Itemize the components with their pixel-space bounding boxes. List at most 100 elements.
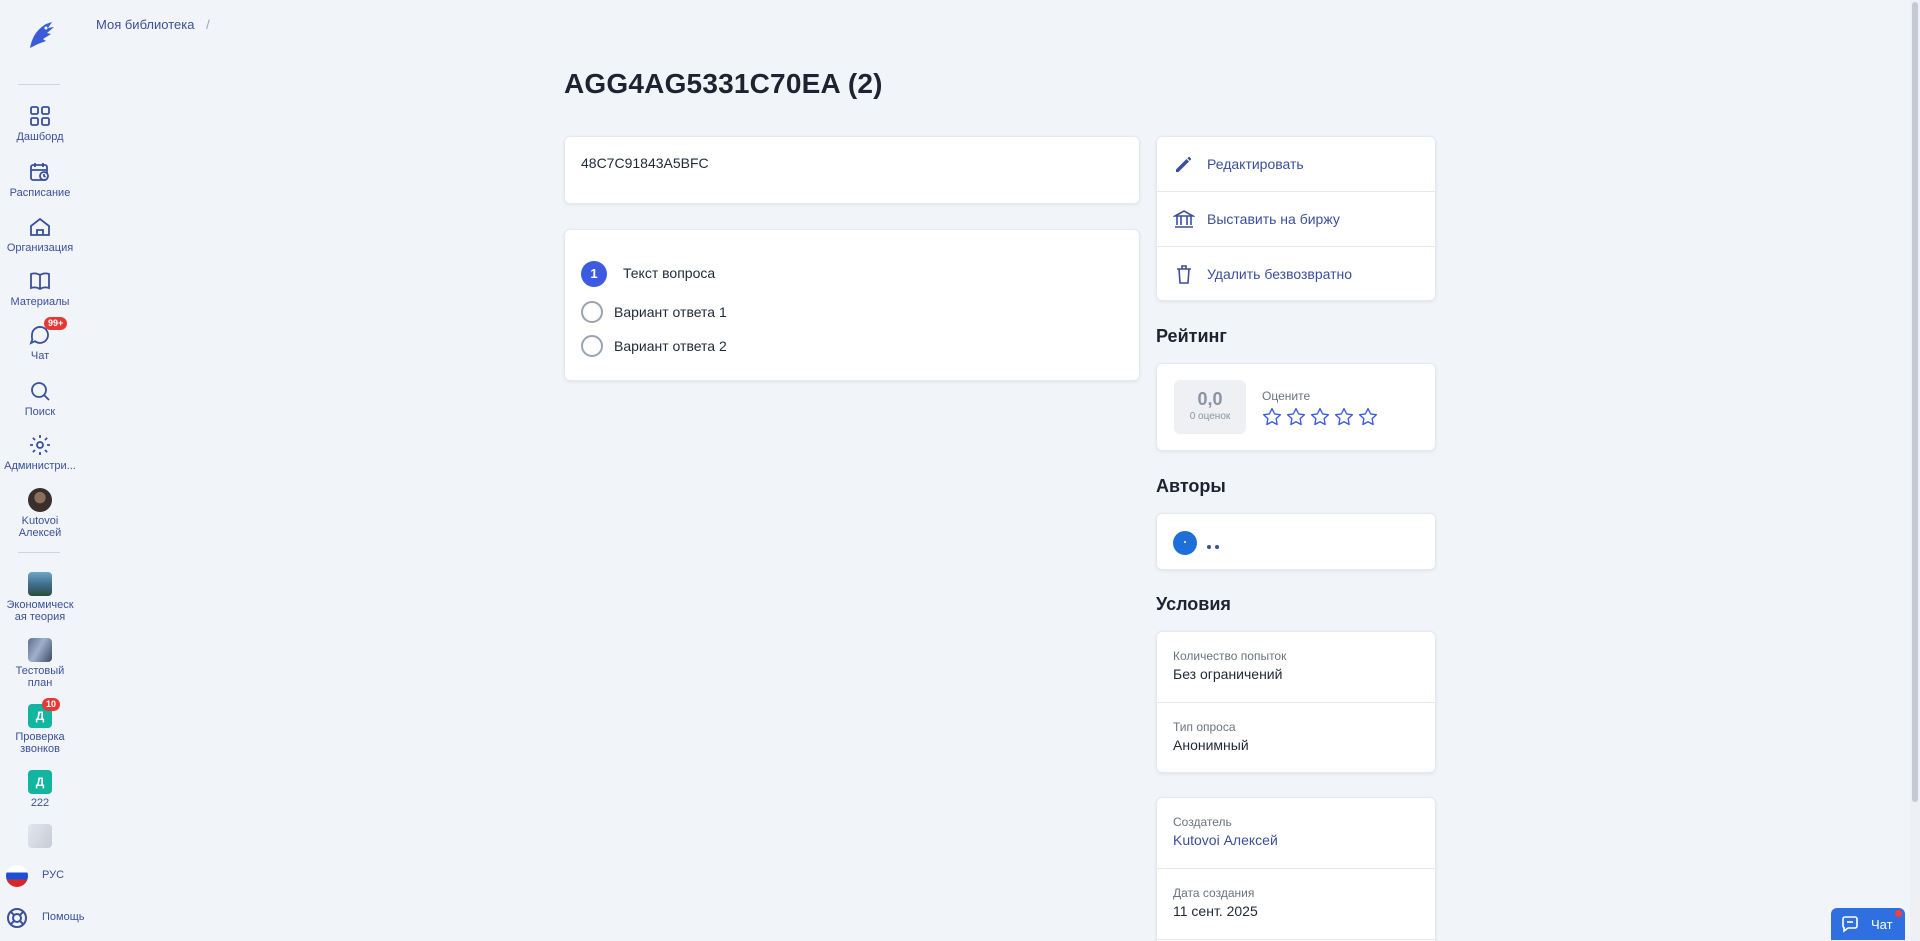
answer-option-label: Вариант ответа 2 <box>614 338 727 354</box>
star-icon[interactable] <box>1285 406 1307 428</box>
breadcrumb-separator: / <box>206 17 210 32</box>
course-letter: Д <box>35 709 45 723</box>
answer-option[interactable]: Вариант ответа 2 <box>581 334 981 358</box>
sidebar-item-chat[interactable]: 99+ Чат <box>0 317 80 362</box>
creator-link[interactable]: Kutovoi Алексей <box>1173 832 1421 848</box>
course-label-line2: план <box>27 677 53 689</box>
creator-field: Создатель Kutovoi Алексей <box>1173 815 1421 848</box>
gear-icon <box>28 433 52 457</box>
home-icon <box>28 215 52 239</box>
help-link[interactable]: Помощь <box>0 897 85 935</box>
conditions-heading: Условия <box>1156 594 1231 614</box>
course-thumbnail <box>28 638 52 662</box>
sidebar-item-label: Организация <box>6 242 74 254</box>
sidebar-course-more[interactable] <box>0 824 80 851</box>
course-label-line1: 222 <box>30 797 50 809</box>
star-rating[interactable] <box>1261 406 1381 430</box>
answer-option-label: Вариант ответа 1 <box>614 304 727 320</box>
survey-type-label: Тип опроса <box>1173 720 1236 734</box>
chat-widget-button[interactable]: Чат <box>1831 908 1905 940</box>
course-label-line1: Проверка <box>15 731 65 743</box>
sidebar-course-test-plan[interactable]: Тестовый план <box>0 638 80 689</box>
delete-label: Удалить безвозвратно <box>1207 266 1353 282</box>
radio-button[interactable] <box>581 301 603 323</box>
sidebar-item-admin[interactable]: Администри... <box>0 433 80 472</box>
divider <box>1157 702 1435 703</box>
delete-button[interactable]: Удалить безвозвратно <box>1157 247 1435 302</box>
chat-widget-label: Чат <box>1871 917 1893 932</box>
sidebar-item-search[interactable]: Поиск <box>0 379 80 418</box>
dashboard-icon <box>28 104 52 128</box>
sidebar-divider <box>18 552 60 553</box>
flag-ru-icon <box>6 865 28 887</box>
attempts-field: Количество попыток Без ограничений <box>1173 649 1421 682</box>
sidebar-item-label: Дашборд <box>16 131 64 143</box>
survey-code: 48C7C91843A5BFC <box>581 155 709 171</box>
score-box: 0,0 0 оценок <box>1174 380 1246 434</box>
breadcrumb-link-library[interactable]: Моя библиотека <box>96 17 194 32</box>
course-label-line2: звонков <box>20 743 60 755</box>
edit-label: Редактировать <box>1207 156 1304 172</box>
language-switcher[interactable]: РУС <box>0 855 80 893</box>
pencil-icon <box>1173 153 1195 175</box>
authors-card <box>1156 513 1436 570</box>
attempts-label: Количество попыток <box>1173 649 1287 663</box>
sidebar-course-calls[interactable]: Д 10 Проверка звонков <box>0 698 80 755</box>
user-name-line2: Алексей <box>18 527 62 539</box>
logo-icon[interactable] <box>22 18 58 54</box>
sidebar-item-label: Материалы <box>10 296 70 308</box>
star-icon[interactable] <box>1309 406 1331 428</box>
exchange-label: Выставить на биржу <box>1207 211 1340 227</box>
scrollbar[interactable] <box>1910 0 1920 941</box>
star-icon[interactable] <box>1357 406 1379 428</box>
trash-icon <box>1173 263 1195 285</box>
rating-count: 0 оценок <box>1189 411 1231 422</box>
sidebar-item-schedule[interactable]: Расписание <box>0 160 80 199</box>
course-label-line2: ая теория <box>14 611 66 623</box>
sidebar-course-222[interactable]: Д 222 <box>0 770 80 809</box>
actions-card: Редактировать Выставить на биржу Удалить… <box>1156 136 1436 301</box>
course-label-line1: Тестовый <box>15 665 65 677</box>
sidebar-course-economics[interactable]: Экономическ ая теория <box>0 572 80 623</box>
rating-score: 0,0 <box>1197 389 1223 409</box>
star-icon[interactable] <box>1261 406 1283 428</box>
created-date-field: Дата создания 11 сент. 2025 <box>1173 886 1421 919</box>
sidebar-item-materials[interactable]: Материалы <box>0 269 80 308</box>
sidebar-item-label: Администри... <box>4 460 76 472</box>
sidebar-divider <box>18 84 60 85</box>
calendar-icon <box>28 160 52 184</box>
sidebar: Дашборд Расписание Организация Материалы… <box>0 0 85 941</box>
answer-option[interactable]: Вариант ответа 1 <box>581 300 981 324</box>
lifebuoy-icon <box>6 907 28 929</box>
chat-badge: 99+ <box>44 317 68 330</box>
course-thumbnail <box>28 572 52 596</box>
course-badge: 10 <box>42 698 61 711</box>
sidebar-item-organization[interactable]: Организация <box>0 215 80 254</box>
star-icon[interactable] <box>1333 406 1355 428</box>
question-card: 1 Текст вопроса Вариант ответа 1 Вариант… <box>564 229 1140 381</box>
scrollbar-thumb[interactable] <box>1912 2 1918 802</box>
avatar <box>28 488 52 512</box>
radio-button[interactable] <box>581 335 603 357</box>
page-title: AGG4AG5331C70EA (2) <box>564 68 883 99</box>
rating-card: 0,0 0 оценок Оцените <box>1156 363 1436 451</box>
course-label-line1: Экономическ <box>6 599 74 611</box>
question-number: 1 <box>581 261 607 287</box>
conditions-card: Количество попыток Без ограничений Тип о… <box>1156 631 1436 773</box>
creator-label: Создатель <box>1173 815 1232 829</box>
exchange-button[interactable]: Выставить на биржу <box>1157 192 1435 247</box>
course-thumbnail <box>28 824 52 848</box>
course-thumbnail: Д 10 <box>28 698 61 728</box>
course-letter: Д <box>35 775 45 789</box>
sidebar-item-label: Поиск <box>24 406 56 418</box>
sidebar-item-label: Расписание <box>9 187 71 199</box>
sidebar-item-dashboard[interactable]: Дашборд <box>0 104 80 143</box>
author-avatar[interactable] <box>1173 531 1197 555</box>
notification-dot <box>1895 910 1902 917</box>
book-icon <box>28 269 52 293</box>
meta-card: Создатель Kutovoi Алексей Дата создания … <box>1156 797 1436 941</box>
divider <box>1157 868 1435 869</box>
sidebar-user[interactable]: Kutovoi Алексей <box>0 488 80 539</box>
breadcrumb: Моя библиотека / <box>96 17 210 32</box>
edit-button[interactable]: Редактировать <box>1157 137 1435 192</box>
